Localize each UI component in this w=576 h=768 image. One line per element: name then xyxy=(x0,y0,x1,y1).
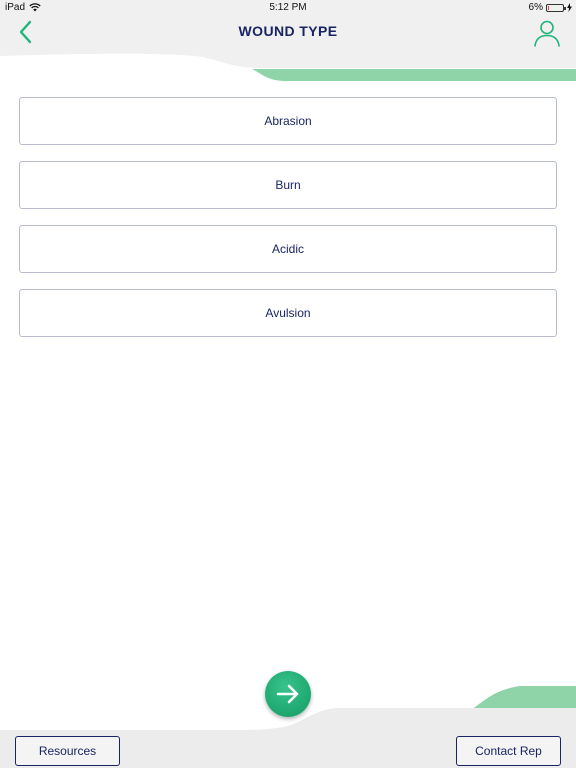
resources-button[interactable]: Resources xyxy=(15,736,120,766)
wound-option-burn[interactable]: Burn xyxy=(19,161,557,209)
status-time: 5:12 PM xyxy=(269,2,307,13)
wound-option-label: Burn xyxy=(275,178,301,192)
bottom-bar: Resources Contact Rep xyxy=(0,730,576,768)
wound-option-acidic[interactable]: Acidic xyxy=(19,225,557,273)
status-right: 6% xyxy=(529,2,572,13)
next-button[interactable] xyxy=(265,671,311,717)
profile-button[interactable] xyxy=(532,18,562,48)
header: WOUND TYPE xyxy=(0,16,576,50)
arrow-right-icon xyxy=(276,684,299,704)
status-bar: iPad 5:12 PM 6% xyxy=(0,0,576,16)
wound-option-label: Avulsion xyxy=(265,306,311,320)
wound-option-label: Acidic xyxy=(271,242,304,256)
battery-percent: 6% xyxy=(528,2,543,13)
wound-option-abrasion[interactable]: Abrasion xyxy=(19,97,557,145)
wound-option-avulsion[interactable]: Avulsion xyxy=(19,289,557,337)
header-wave xyxy=(0,48,576,81)
wound-type-list: Abrasion Burn Acidic Avulsion xyxy=(19,97,557,353)
battery-level xyxy=(548,5,549,10)
bolt-icon xyxy=(567,3,572,12)
user-icon xyxy=(534,20,560,47)
contact-rep-button[interactable]: Contact Rep xyxy=(456,736,561,766)
page-title: WOUND TYPE xyxy=(238,23,338,39)
wound-option-label: Abrasion xyxy=(264,114,312,128)
battery-icon xyxy=(546,3,566,12)
